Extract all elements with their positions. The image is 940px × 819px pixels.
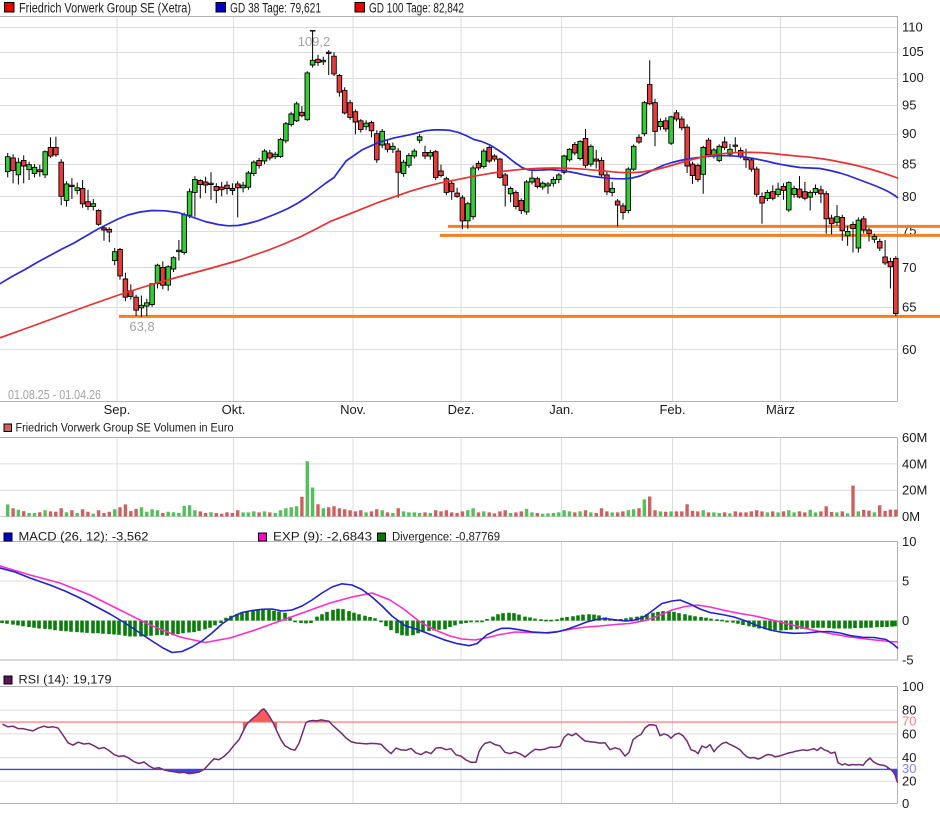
svg-text:0M: 0M bbox=[902, 509, 920, 524]
svg-text:EXP (9): -2,6843: EXP (9): -2,6843 bbox=[273, 532, 372, 544]
svg-text:Friedrich Vorwerk Group SE (Xe: Friedrich Vorwerk Group SE (Xetra) bbox=[19, 1, 191, 16]
svg-text:01.08.25 - 01.04.26: 01.08.25 - 01.04.26 bbox=[8, 387, 101, 402]
svg-text:Sep.: Sep. bbox=[104, 402, 131, 417]
svg-text:Nov.: Nov. bbox=[340, 402, 366, 417]
svg-text:Feb.: Feb. bbox=[659, 402, 685, 417]
svg-text:5: 5 bbox=[902, 574, 909, 589]
svg-text:80: 80 bbox=[902, 189, 916, 204]
svg-text:Dez.: Dez. bbox=[448, 402, 475, 417]
svg-text:90: 90 bbox=[902, 126, 916, 141]
svg-text:100: 100 bbox=[902, 70, 924, 85]
svg-text:100: 100 bbox=[902, 679, 924, 694]
svg-text:85: 85 bbox=[902, 157, 916, 172]
svg-text:0: 0 bbox=[902, 796, 909, 811]
svg-text:GD 100 Tage: 82,842: GD 100 Tage: 82,842 bbox=[369, 1, 464, 16]
svg-text:40M: 40M bbox=[902, 456, 927, 471]
svg-text:60M: 60M bbox=[902, 430, 927, 445]
svg-text:Jan.: Jan. bbox=[549, 402, 574, 417]
svg-text:95: 95 bbox=[902, 97, 916, 112]
svg-text:Friedrich Vorwerk Group SE Vol: Friedrich Vorwerk Group SE Volumen in Eu… bbox=[16, 423, 234, 435]
svg-text:65: 65 bbox=[902, 299, 916, 314]
svg-text:0: 0 bbox=[902, 613, 909, 628]
svg-text:MACD (26, 12): -3,562: MACD (26, 12): -3,562 bbox=[19, 532, 149, 544]
svg-text:105: 105 bbox=[902, 44, 924, 59]
svg-text:20M: 20M bbox=[902, 483, 927, 498]
svg-text:60: 60 bbox=[902, 342, 916, 357]
svg-text:110: 110 bbox=[902, 19, 923, 34]
svg-text:60: 60 bbox=[902, 726, 916, 741]
svg-text:GD 38 Tage: 79,621: GD 38 Tage: 79,621 bbox=[230, 1, 321, 16]
svg-text:Divergence: -0,87769: Divergence: -0,87769 bbox=[392, 532, 500, 544]
svg-text:Okt.: Okt. bbox=[222, 402, 246, 417]
svg-text:20: 20 bbox=[902, 774, 916, 789]
svg-text:70: 70 bbox=[902, 260, 916, 275]
svg-text:RSI (14): 19,179: RSI (14): 19,179 bbox=[19, 675, 112, 687]
svg-text:63,8: 63,8 bbox=[129, 319, 154, 334]
svg-text:10: 10 bbox=[902, 534, 916, 549]
svg-text:-5: -5 bbox=[902, 653, 914, 668]
svg-text:März: März bbox=[766, 402, 795, 417]
svg-text:109,2: 109,2 bbox=[298, 34, 331, 49]
